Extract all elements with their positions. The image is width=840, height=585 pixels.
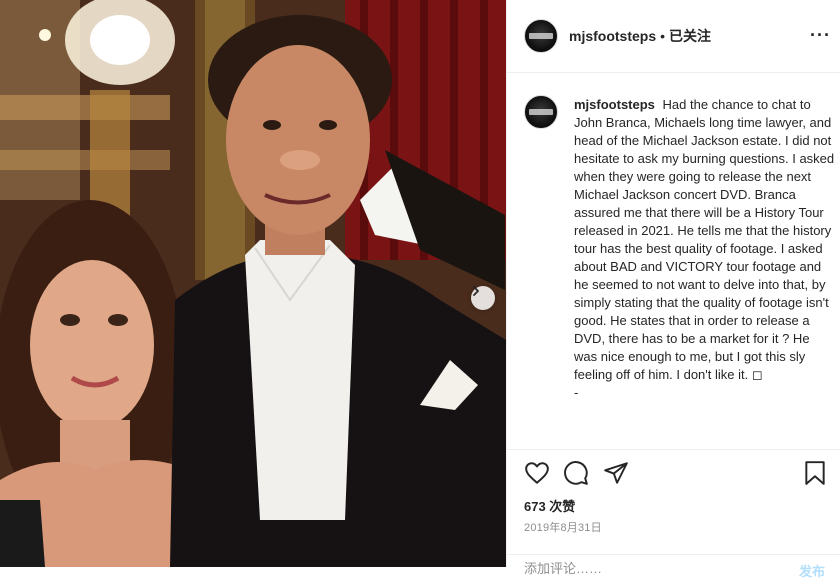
- heart-icon: [525, 462, 549, 484]
- separator-dot: •: [660, 28, 666, 44]
- caption-trailing: -: [574, 385, 579, 400]
- save-button[interactable]: [803, 460, 827, 491]
- photo-illustration: [0, 0, 506, 567]
- share-button[interactable]: [603, 460, 629, 491]
- username-link[interactable]: mjsfootsteps: [569, 28, 656, 44]
- bookmark-icon: [805, 461, 825, 485]
- action-bar: 673 次赞 2019年8月31日 发布: [507, 449, 840, 579]
- post-comment-button[interactable]: 发布: [799, 561, 825, 580]
- paper-plane-icon: [604, 462, 628, 484]
- more-options-icon[interactable]: ···: [810, 26, 831, 44]
- comment-input[interactable]: [524, 561, 784, 576]
- comment-icon: [564, 461, 588, 485]
- post-date[interactable]: 2019年8月31日: [524, 519, 602, 535]
- follow-status-button[interactable]: 已关注: [669, 28, 711, 44]
- post-sidebar: mjsfootsteps • 已关注 ··· mjsfootsteps Had th…: [506, 0, 840, 579]
- post-photo[interactable]: [0, 0, 506, 567]
- like-button[interactable]: [524, 460, 550, 491]
- header-user-row: mjsfootsteps • 已关注: [569, 27, 711, 45]
- user-avatar[interactable]: [524, 19, 558, 53]
- post-header: mjsfootsteps • 已关注 ···: [507, 0, 840, 73]
- caption-text: Had the chance to chat to John Branca, M…: [574, 97, 835, 382]
- like-count[interactable]: 673 次赞: [524, 496, 575, 515]
- caption-avatar[interactable]: [524, 95, 558, 129]
- comment-button[interactable]: [563, 460, 589, 491]
- caption-area: mjsfootsteps Had the chance to chat to J…: [507, 73, 840, 445]
- next-photo-button[interactable]: [471, 286, 495, 310]
- comment-row: 发布: [507, 554, 840, 585]
- caption-username-link[interactable]: mjsfootsteps: [574, 97, 655, 112]
- caption-text-block: mjsfootsteps Had the chance to chat to J…: [574, 96, 836, 402]
- chevron-right-icon: [473, 286, 479, 296]
